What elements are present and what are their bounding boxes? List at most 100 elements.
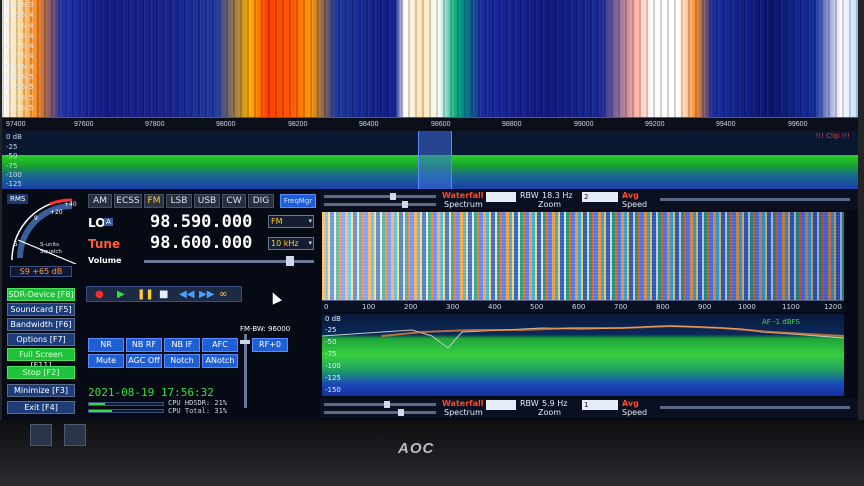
soundcard-button[interactable]: Soundcard [F5] xyxy=(7,303,75,316)
spectrum-level-knob[interactable] xyxy=(398,409,404,416)
mode-lsb-button[interactable]: LSB xyxy=(166,194,192,208)
mode-ecss-button[interactable]: ECSS xyxy=(114,194,142,208)
freq-tick-label: 98600 xyxy=(431,121,451,128)
mode-cw-button[interactable]: CW xyxy=(222,194,246,208)
minimize-button[interactable]: Minimize [F3] xyxy=(7,384,75,397)
speed-slider[interactable] xyxy=(660,406,850,409)
clip-indicator: !!! Clip !!! xyxy=(815,132,850,140)
lo-mode-select[interactable]: FM ▾ xyxy=(268,215,314,228)
db-label: -125 xyxy=(325,374,341,382)
chevron-down-icon: ▾ xyxy=(308,239,312,247)
audio-waterfall[interactable] xyxy=(322,212,844,300)
rewind-icon[interactable]: ◀◀ xyxy=(179,288,194,301)
cpu-total-bar xyxy=(88,409,164,413)
record-icon[interactable]: ● xyxy=(95,288,104,301)
monitor-brand-logo: AOC xyxy=(398,440,435,457)
play-icon[interactable]: ▶ xyxy=(117,288,125,301)
spectrum-level-slider[interactable] xyxy=(324,203,436,206)
waterfall-level-knob[interactable] xyxy=(390,193,396,200)
db-label: -25 xyxy=(325,326,337,334)
rbw-value: 5.9 Hz xyxy=(542,399,568,408)
db-label: -125 xyxy=(6,180,22,188)
db-label: -150 xyxy=(325,386,341,394)
bandwidth-button[interactable]: Bandwidth [F6] xyxy=(7,318,75,331)
smeter-legend: Squelch xyxy=(40,249,62,255)
audio-tick-label: 500 xyxy=(530,303,544,311)
smeter-scale-label: +20 xyxy=(50,209,63,216)
zoom-select[interactable]: 2 xyxy=(582,192,618,202)
pause-icon[interactable]: ❚❚ xyxy=(137,288,154,301)
loop-icon[interactable]: ∞ xyxy=(219,288,227,301)
anotch-button[interactable]: ANotch xyxy=(202,354,238,368)
afc-button[interactable]: AFC xyxy=(202,338,238,352)
datetime-display: 2021-08-19 17:56:32 xyxy=(88,386,214,399)
rms-badge[interactable]: RMS xyxy=(7,194,29,204)
rbw-stepper[interactable] xyxy=(486,400,516,410)
zoom-value: 2 xyxy=(584,193,589,201)
audio-tick-label: 0 xyxy=(324,303,329,311)
freq-tick-label: 97800 xyxy=(145,121,165,128)
spectrum-level-slider[interactable] xyxy=(324,411,436,414)
waterfall-level-slider[interactable] xyxy=(324,403,436,406)
audio-tick-label: 400 xyxy=(488,303,502,311)
volume-slider-knob[interactable] xyxy=(286,256,294,266)
zoom-select[interactable]: 1 xyxy=(582,400,618,410)
notch-button[interactable]: Notch xyxy=(164,354,200,368)
exit-button[interactable]: Exit [F4] xyxy=(7,401,75,414)
audio-tick-label: 800 xyxy=(656,303,670,311)
freqmgr-button[interactable]: FreqMgr xyxy=(280,194,316,208)
mute-button[interactable]: Mute xyxy=(88,354,124,368)
agc-off-button[interactable]: AGC Off xyxy=(126,354,162,368)
audio-spectrum[interactable]: 0 dB -25 -50 -75 -100 -125 -150 AF -1 dB… xyxy=(322,314,844,396)
options-button[interactable]: Options [F7] xyxy=(7,333,75,346)
tune-step-select[interactable]: 10 kHz ▾ xyxy=(268,237,314,250)
rf-waterfall[interactable]: 17:56:3 17:56:4 17:56:4 17:56:4 17:56:4 … xyxy=(2,0,858,117)
audio-tick-label: 700 xyxy=(614,303,628,311)
mode-fm-button[interactable]: FM xyxy=(144,194,164,208)
freq-tick-label: 99200 xyxy=(645,121,665,128)
lo-frequency-display[interactable]: 98.590.000 xyxy=(150,212,252,232)
rf-spectrum[interactable]: 0 dB -25 -50 -75 -100 -125 !!! Clip !!! xyxy=(2,131,858,189)
waterfall-level-knob[interactable] xyxy=(384,401,390,408)
freq-tick-label: 99000 xyxy=(574,121,594,128)
rbw-label: RBW xyxy=(520,191,539,200)
mode-am-button[interactable]: AM xyxy=(88,194,112,208)
full-screen-button[interactable]: Full Screen [F11] xyxy=(7,348,75,370)
fm-bandwidth-slider[interactable] xyxy=(244,334,247,408)
db-label: -100 xyxy=(325,362,341,370)
stop-icon[interactable]: ■ xyxy=(159,288,168,301)
mode-usb-button[interactable]: USB xyxy=(194,194,220,208)
cpu-hdsdr-bar xyxy=(88,402,164,406)
smeter-readout: S9 +65 dB xyxy=(10,266,72,277)
fast-forward-icon[interactable]: ▶▶ xyxy=(199,288,214,301)
lo-a-badge[interactable]: A xyxy=(104,218,113,226)
time-label: 17:56:5 xyxy=(4,73,34,82)
nb-if-button[interactable]: NB IF xyxy=(164,338,200,352)
nr-button[interactable]: NR xyxy=(88,338,124,352)
tuned-bandwidth-marker[interactable] xyxy=(418,131,452,189)
audio-toolbar-bottom: Waterfall Spectrum RBW 5.9 Hz 1 Zoom Avg… xyxy=(320,398,858,418)
rbw-stepper[interactable] xyxy=(486,192,516,202)
waterfall-level-slider[interactable] xyxy=(324,195,436,198)
nb-rf-button[interactable]: NB RF xyxy=(126,338,162,352)
smeter-scale-label: 9 xyxy=(34,215,38,222)
audio-tick-label: 900 xyxy=(698,303,712,311)
rf-gain-button[interactable]: RF+0 xyxy=(252,338,288,352)
speed-slider[interactable] xyxy=(660,198,850,201)
spectrum-label: Spectrum xyxy=(444,408,483,417)
audio-frequency-ruler[interactable]: 0 100 200 300 400 500 600 700 800 900 10… xyxy=(322,300,844,312)
transport-bar: ● ▶ ❚❚ ■ ◀◀ ▶▶ ∞ xyxy=(86,286,242,302)
spectrum-level-knob[interactable] xyxy=(402,201,408,208)
stop-button[interactable]: Stop [F2] xyxy=(7,366,75,379)
control-panel: +20 +40 5 9 S-units Squelch RMS S9 +65 d… xyxy=(2,190,318,420)
waterfall-time-labels: 17:56:3 17:56:4 17:56:4 17:56:4 17:56:4 … xyxy=(4,0,34,113)
frequency-ruler[interactable]: 97400 97600 97800 98000 98200 98400 9860… xyxy=(2,117,858,131)
audio-tick-label: 1000 xyxy=(738,303,756,311)
sdr-device-button[interactable]: SDR-Device [F8] xyxy=(7,288,75,301)
fm-bandwidth-slider-knob[interactable] xyxy=(240,340,250,344)
freq-tick-label: 98400 xyxy=(359,121,379,128)
time-label: 17:56:4 xyxy=(4,11,34,20)
time-label: 17:56:4 xyxy=(4,21,34,30)
tune-frequency-display[interactable]: 98.600.000 xyxy=(150,233,252,253)
mode-dig-button[interactable]: DIG xyxy=(248,194,274,208)
